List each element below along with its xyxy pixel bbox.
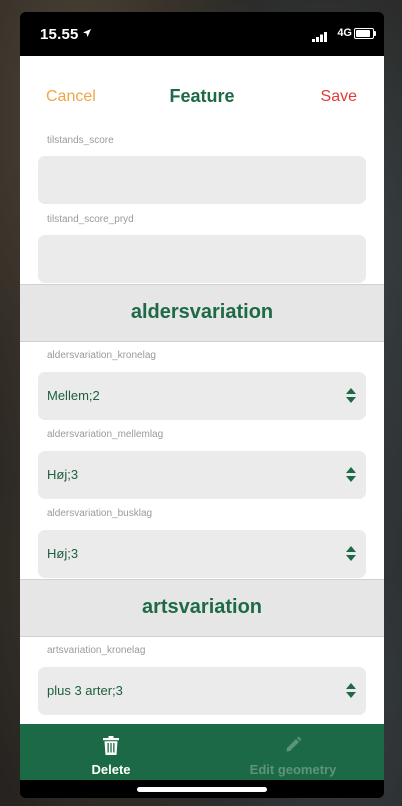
field-label-artsvariation-kronelag: artsvariation_kronelag	[47, 645, 146, 656]
home-indicator[interactable]	[137, 787, 267, 792]
delete-label: Delete	[91, 762, 131, 777]
feature-form: Cancel Feature Save tilstands_score tils…	[20, 56, 384, 724]
save-button[interactable]: Save	[321, 88, 357, 106]
trash-icon	[20, 736, 202, 760]
edit-geometry-label: Edit geometry	[249, 762, 337, 777]
sort-arrows-icon	[345, 466, 357, 488]
battery-icon	[354, 28, 376, 39]
select-value: plus 3 arter;3	[47, 683, 123, 698]
select-value: Mellem;2	[47, 388, 100, 403]
sort-arrows-icon	[345, 545, 357, 567]
artsvariation-kronelag-select[interactable]: plus 3 arter;3	[38, 667, 366, 715]
select-value: Høj;3	[47, 546, 79, 561]
tilstands-score-input[interactable]	[38, 156, 366, 204]
delete-button[interactable]: Delete	[20, 724, 202, 780]
home-indicator-area	[20, 780, 384, 798]
aldersvariation-mellemlag-select[interactable]: Høj;3	[38, 451, 366, 499]
field-label-tilstands-score: tilstands_score	[47, 135, 114, 146]
status-bar: 15.55 4G	[20, 12, 384, 56]
aldersvariation-kronelag-select[interactable]: Mellem;2	[38, 372, 366, 420]
select-value: Høj;3	[47, 467, 79, 482]
field-label-aldersvariation-kronelag: aldersvariation_kronelag	[47, 350, 156, 361]
phone-screen: 15.55 4G Cancel Feature Save tilstands_s…	[20, 12, 384, 798]
field-label-aldersvariation-mellemlag: aldersvariation_mellemlag	[47, 429, 164, 440]
field-label-aldersvariation-busklag: aldersvariation_busklag	[47, 508, 153, 519]
tilstand-score-pryd-input[interactable]	[38, 235, 366, 283]
network-type: 4G	[337, 27, 352, 39]
sort-arrows-icon	[345, 387, 357, 409]
aldersvariation-busklag-select[interactable]: Høj;3	[38, 530, 366, 578]
section-header-aldersvariation: aldersvariation	[20, 284, 384, 342]
status-time: 15.55	[40, 26, 79, 43]
edit-geometry-button[interactable]: Edit geometry	[202, 724, 384, 780]
field-label-tilstand-score-pryd: tilstand_score_pryd	[47, 214, 134, 225]
section-header-artsvariation: artsvariation	[20, 579, 384, 637]
sort-arrows-icon	[345, 682, 357, 704]
form-header: Cancel Feature Save	[20, 56, 384, 128]
section-title: artsvariation	[141, 596, 263, 618]
section-title: aldersvariation	[130, 301, 274, 323]
pencil-icon	[202, 736, 384, 758]
signal-icon	[312, 29, 328, 47]
bottom-toolbar: Delete Edit geometry	[20, 724, 384, 780]
